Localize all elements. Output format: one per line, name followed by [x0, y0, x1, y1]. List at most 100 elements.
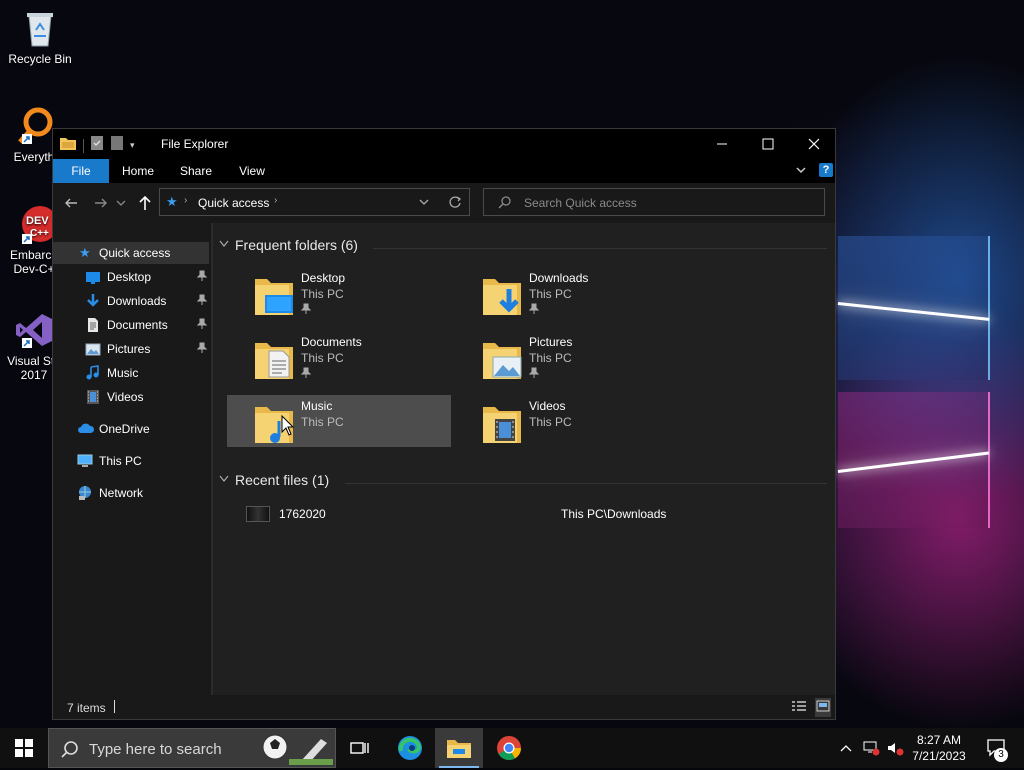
recent-files-header[interactable]: Recent files (1): [219, 472, 329, 488]
quick-access-star-icon: ★: [166, 194, 178, 209]
recent-locations-button[interactable]: [115, 193, 127, 213]
search-icon: [61, 740, 79, 763]
window-title: File Explorer: [161, 137, 229, 151]
network-status-button[interactable]: [860, 728, 882, 768]
chevron-down-icon: [116, 200, 126, 206]
tab-home[interactable]: Home: [113, 159, 163, 183]
search-box[interactable]: Search Quick access: [483, 188, 825, 216]
taskbar-file-explorer[interactable]: [435, 728, 483, 768]
taskbar-search-box[interactable]: Type here to search: [48, 728, 336, 768]
folder-tile-music[interactable]: Music This PC: [227, 395, 451, 447]
folder-tile-documents[interactable]: Documents This PC: [227, 331, 451, 383]
new-folder-icon[interactable]: [110, 135, 124, 156]
windows-logo-icon: [15, 739, 33, 757]
large-icons-view-icon: [816, 700, 830, 712]
refresh-button[interactable]: [448, 195, 462, 212]
folder-name: Documents: [301, 335, 362, 349]
computer-icon: [77, 453, 93, 469]
documents-folder-icon: [253, 337, 293, 379]
sidebar-item-videos[interactable]: Videos: [53, 386, 209, 408]
back-arrow-icon: [65, 198, 77, 208]
expand-ribbon-chevron-icon[interactable]: [795, 164, 807, 179]
sidebar-item-desktop[interactable]: Desktop: [53, 266, 209, 288]
wallpaper-pane-top: [838, 236, 990, 380]
sidebar-item-network[interactable]: Network: [53, 482, 209, 504]
frequent-folders-header[interactable]: Frequent folders (6): [219, 237, 358, 253]
breadcrumb-quick-access[interactable]: Quick access: [198, 196, 269, 210]
folder-tile-pictures[interactable]: Pictures This PC: [455, 331, 679, 383]
item-count: 7 items: [67, 701, 106, 715]
taskbar-edge[interactable]: [386, 728, 434, 768]
back-button[interactable]: [61, 193, 81, 213]
recent-file-row[interactable]: [213, 631, 835, 653]
folder-tile-desktop[interactable]: Desktop This PC: [227, 267, 451, 319]
group-title: Frequent folders (6): [235, 237, 358, 253]
navigation-pane: ★ Quick access Desktop Downloads Documen…: [53, 239, 211, 695]
videos-folder-icon: [481, 401, 521, 443]
sidebar-item-quick-access[interactable]: ★ Quick access: [53, 242, 209, 264]
address-dropdown-button[interactable]: [418, 197, 430, 211]
folder-location: This PC: [529, 351, 572, 365]
sidebar-item-documents[interactable]: Documents: [53, 314, 209, 336]
close-button[interactable]: [791, 129, 837, 159]
help-icon[interactable]: ?: [819, 163, 833, 177]
sidebar-item-label: Downloads: [107, 294, 167, 308]
tab-view[interactable]: View: [227, 159, 277, 183]
up-arrow-icon: [139, 195, 151, 210]
customize-toolbar-chevron-icon[interactable]: ▾: [130, 140, 135, 151]
maximize-button[interactable]: [745, 129, 791, 159]
desktop-folder-icon: [85, 269, 101, 285]
sidebar-item-this-pc[interactable]: This PC: [53, 450, 209, 472]
clock[interactable]: 8:27 AM 7/21/2023: [900, 732, 978, 764]
tab-file[interactable]: File: [53, 159, 109, 183]
taskbar: Type here to search 8:27 AM 7/21/2023 3: [0, 728, 1024, 768]
sidebar-item-downloads[interactable]: Downloads: [53, 290, 209, 312]
tab-share[interactable]: Share: [171, 159, 221, 183]
folder-tile-videos[interactable]: Videos This PC: [455, 395, 679, 447]
recent-file-item[interactable]: 1762020 This PC\Downloads: [222, 502, 822, 524]
clock-date: 7/21/2023: [912, 749, 966, 763]
address-bar[interactable]: ★ › Quick access ›: [159, 188, 470, 216]
search-input[interactable]: Search Quick access: [524, 196, 637, 210]
videos-film-icon: [85, 389, 101, 405]
details-view-button[interactable]: [791, 700, 807, 717]
navigation-bar: ★ › Quick access › Search Quick access: [53, 183, 835, 223]
notification-center-button[interactable]: 3: [980, 728, 1014, 768]
show-hidden-icons-button[interactable]: [836, 728, 856, 768]
folder-location: This PC: [529, 415, 572, 429]
folder-location: This PC: [301, 415, 344, 429]
chevron-up-icon: [840, 745, 852, 752]
forward-button[interactable]: [91, 193, 111, 213]
folder-name: Music: [301, 399, 333, 413]
properties-icon[interactable]: [90, 135, 104, 156]
svg-text:C++: C++: [30, 228, 49, 239]
taskbar-chrome[interactable]: [485, 728, 533, 768]
sidebar-item-music[interactable]: Music: [53, 362, 209, 384]
downloads-folder-icon: [481, 273, 521, 315]
sidebar-item-onedrive[interactable]: OneDrive: [53, 418, 209, 440]
start-button[interactable]: [0, 728, 48, 768]
large-icons-view-button[interactable]: [815, 698, 831, 717]
up-button[interactable]: [135, 193, 155, 213]
desktop-icon-recycle-bin[interactable]: Recycle Bin: [0, 8, 80, 66]
breadcrumb-separator-icon: ›: [184, 195, 188, 206]
folder-location: This PC: [529, 287, 572, 301]
title-bar[interactable]: ▾ File Explorer: [53, 129, 835, 159]
sidebar-item-label: OneDrive: [99, 422, 150, 436]
pin-icon: [196, 318, 208, 333]
task-view-button[interactable]: [336, 728, 384, 768]
forward-arrow-icon: [95, 198, 107, 208]
chevron-down-icon: [419, 199, 429, 205]
folder-location: This PC: [301, 351, 344, 365]
desktop-folder-icon: [253, 273, 293, 315]
sidebar-item-pictures[interactable]: Pictures: [53, 338, 209, 360]
status-bar: 7 items: [53, 695, 835, 719]
sidebar-item-label: Videos: [107, 390, 144, 404]
file-explorer-icon: [447, 740, 471, 758]
mouse-cursor-icon: [281, 414, 295, 440]
downloads-arrow-icon: [85, 293, 101, 309]
folder-tile-downloads[interactable]: Downloads This PC: [455, 267, 679, 319]
minimize-button[interactable]: [699, 129, 745, 159]
taskbar-search-input[interactable]: Type here to search: [89, 741, 222, 758]
pictures-folder-icon: [481, 337, 522, 379]
